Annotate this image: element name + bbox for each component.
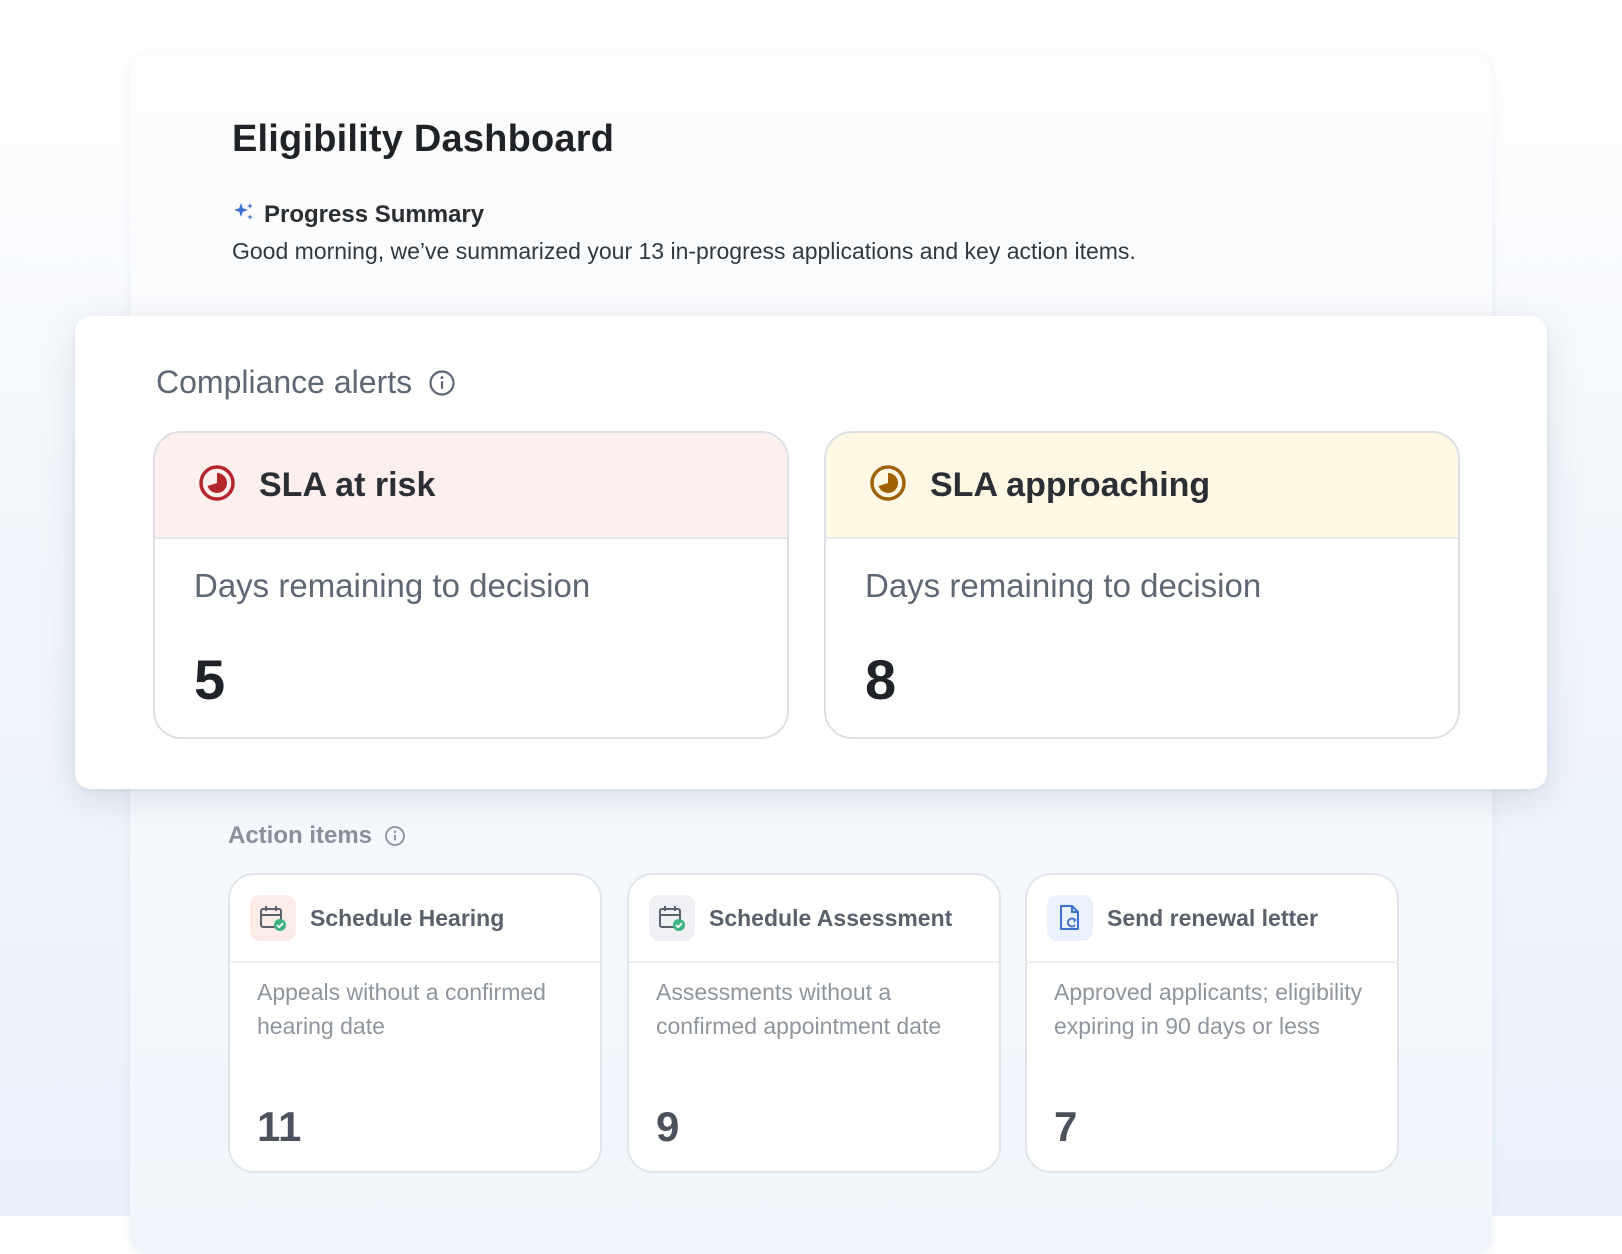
action-item-label: Send renewal letter — [1107, 904, 1318, 931]
page-title: Eligibility Dashboard — [232, 118, 615, 160]
progress-summary-title: Progress Summary — [264, 200, 485, 228]
action-items-header: Action items — [228, 822, 406, 850]
compliance-alerts-card: Compliance alerts SLA at risk Days remai… — [75, 316, 1547, 789]
action-item-schedule-assessment[interactable]: Schedule Assessment Assessments without … — [627, 873, 1001, 1173]
progress-summary-header: Progress Summary — [232, 200, 484, 229]
compliance-alerts-header: Compliance alerts — [156, 364, 456, 401]
progress-summary-text: Good morning, we’ve summarized your 13 i… — [232, 238, 1136, 264]
action-item-count: 11 — [257, 1103, 302, 1150]
action-item-label: Schedule Assessment — [709, 904, 953, 931]
sla-at-risk-card[interactable]: SLA at risk Days remaining to decision 5 — [153, 431, 789, 739]
action-item-header: Schedule Assessment — [629, 875, 999, 963]
action-item-label: Schedule Hearing — [310, 904, 505, 931]
document-refresh-icon — [1047, 895, 1093, 941]
sla-approaching-description: Days remaining to decision — [865, 567, 1262, 604]
action-item-header: Schedule Hearing — [230, 875, 600, 963]
action-item-send-renewal-letter[interactable]: Send renewal letter Approved applicants;… — [1025, 873, 1399, 1173]
calendar-check-icon — [649, 895, 695, 941]
sla-approaching-card[interactable]: SLA approaching Days remaining to decisi… — [824, 431, 1460, 739]
calendar-check-icon — [250, 895, 296, 941]
sla-at-risk-header: SLA at risk — [155, 433, 787, 539]
sla-approaching-header: SLA approaching — [826, 433, 1458, 539]
action-item-header: Send renewal letter — [1027, 875, 1397, 963]
info-icon[interactable] — [384, 825, 406, 847]
action-item-count: 7 — [1054, 1103, 1078, 1150]
info-icon[interactable] — [428, 369, 456, 397]
sla-approaching-label: SLA approaching — [930, 465, 1211, 504]
action-items-title: Action items — [228, 822, 373, 849]
action-item-description: Assessments without a confirmed appointm… — [656, 979, 942, 1039]
timer-icon — [197, 463, 237, 508]
compliance-alerts-title: Compliance alerts — [156, 364, 413, 400]
sla-approaching-value: 8 — [865, 648, 897, 711]
sla-at-risk-label: SLA at risk — [259, 465, 436, 504]
timer-icon — [868, 463, 908, 508]
action-item-description: Appeals without a confirmed hearing date — [257, 979, 546, 1039]
sla-at-risk-description: Days remaining to decision — [194, 567, 591, 604]
action-item-schedule-hearing[interactable]: Schedule Hearing Appeals without a confi… — [228, 873, 602, 1173]
sla-at-risk-value: 5 — [194, 648, 226, 711]
sparkle-icon — [232, 200, 256, 229]
action-item-description: Approved applicants; eligibility expirin… — [1054, 979, 1363, 1039]
action-item-count: 9 — [656, 1103, 680, 1150]
